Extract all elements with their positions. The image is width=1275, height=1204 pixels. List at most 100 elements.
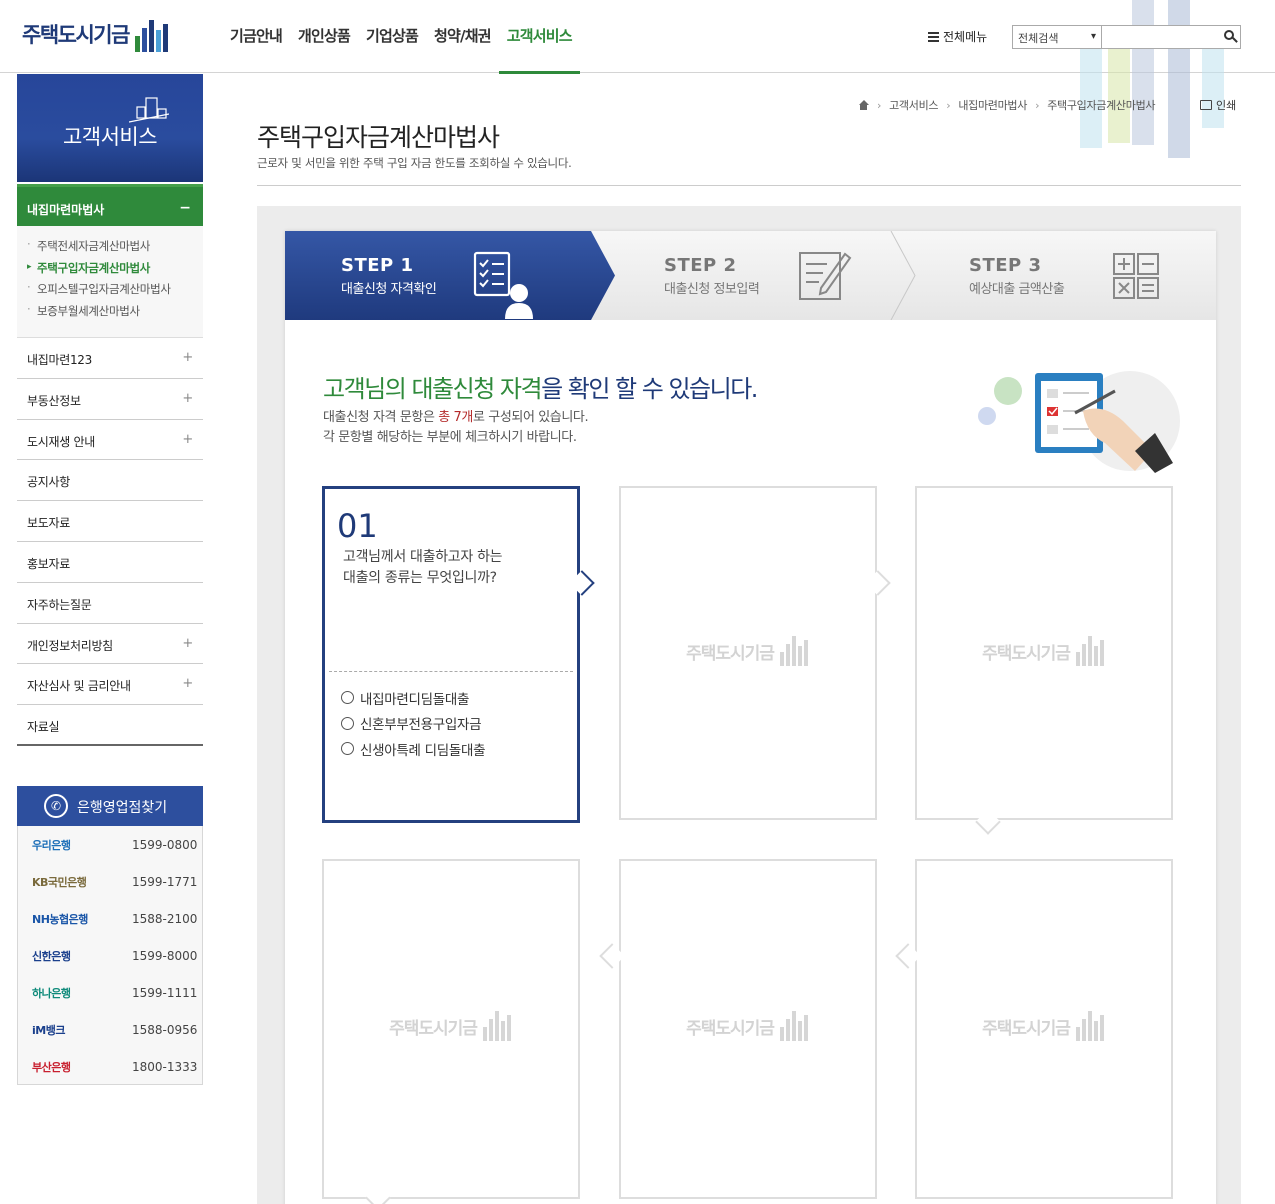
bank-row[interactable]: 신한은행 1599-8000 bbox=[18, 937, 202, 974]
sidebar-item[interactable]: 자료실 bbox=[17, 705, 203, 746]
site-header: 주택도시기금 기금안내 개인상품 기업상품 청약/채권 고객서비스 전체메뉴 전… bbox=[0, 0, 1275, 158]
sidebar-item-label: 자료실 bbox=[27, 720, 60, 735]
nav-subscription-bonds[interactable]: 청약/채권 bbox=[426, 0, 499, 73]
question-count: 총 7개 bbox=[438, 410, 473, 425]
plus-icon: + bbox=[182, 390, 193, 406]
breadcrumb-separator: › bbox=[1035, 98, 1040, 112]
bank-name: KB국민은행 bbox=[32, 875, 87, 889]
watermark-text: 주택도시기금 bbox=[686, 643, 775, 664]
bank-name: 신한은행 bbox=[32, 949, 71, 963]
sidebar-item[interactable]: 보도자료 bbox=[17, 501, 203, 542]
watermark-logo-icon bbox=[779, 636, 810, 666]
bank-tel: 1588-0956 bbox=[132, 1022, 198, 1037]
sidebar-item[interactable]: 자산심사 및 금리안내 + bbox=[17, 664, 203, 706]
bank-row[interactable]: KB국민은행 1599-1771 bbox=[18, 863, 202, 900]
breadcrumb-separator: › bbox=[946, 98, 951, 112]
bank-finder-header[interactable]: ✆ 은행영업점찾기 bbox=[17, 786, 203, 826]
logo-bars-icon bbox=[134, 16, 170, 52]
sidebar-item[interactable]: 공지사항 bbox=[17, 460, 203, 502]
intro-title-highlight: 고객님의 대출신청 자격 bbox=[323, 375, 543, 403]
step-2-label: STEP 2 bbox=[664, 255, 737, 276]
checklist-person-icon bbox=[473, 251, 533, 319]
main-nav: 기금안내 개인상품 기업상품 청약/채권 고객서비스 bbox=[222, 0, 580, 74]
nav-fund-info[interactable]: 기금안내 bbox=[222, 0, 290, 73]
sidebar-item[interactable]: 도시재생 안내 + bbox=[17, 420, 203, 461]
clipboard-illustration bbox=[978, 371, 1180, 473]
radio-option[interactable]: 신혼부부전용구입자금 bbox=[341, 711, 485, 737]
breadcrumb-item[interactable]: 주택구입자금계산마법사 bbox=[1047, 97, 1155, 113]
radio-option[interactable]: 신생아특례 디딤돌대출 bbox=[341, 736, 486, 762]
chevron-down-icon: ▾ bbox=[1090, 31, 1096, 42]
print-button[interactable]: 인쇄 bbox=[1200, 97, 1236, 113]
watermark: 주택도시기금 bbox=[917, 1011, 1171, 1041]
radio-button[interactable] bbox=[341, 716, 354, 730]
step-3-sub: 예상대출 금액산출 bbox=[969, 282, 1065, 297]
sidebar-submenu: 주택전세자금계산마법사 주택구입자금계산마법사 오피스텔구입자금계산마법사 보증… bbox=[17, 226, 203, 338]
search-input[interactable] bbox=[1102, 25, 1241, 49]
watermark-text: 주택도시기금 bbox=[686, 1018, 775, 1039]
sidebar-item[interactable]: 부동산정보 + bbox=[17, 379, 203, 420]
bank-name: 하나은행 bbox=[32, 986, 71, 1000]
sidebar-item-label: 도시재생 안내 bbox=[27, 434, 95, 449]
sidebar-sub-item-active[interactable]: 주택구입자금계산마법사 bbox=[27, 260, 203, 282]
collapse-icon: − bbox=[179, 200, 191, 216]
bank-row[interactable]: 하나은행 1599-1111 bbox=[18, 974, 202, 1011]
print-label: 인쇄 bbox=[1216, 99, 1237, 112]
nav-personal-products[interactable]: 개인상품 bbox=[290, 0, 358, 73]
site-logo[interactable]: 주택도시기금 bbox=[22, 14, 170, 54]
bank-branch-finder: ✆ 은행영업점찾기 우리은행 1599-0800 KB국민은행 1599-1771 … bbox=[17, 786, 203, 1085]
sidebar-item-label: 공지사항 bbox=[27, 475, 70, 490]
radio-option[interactable]: 내집마련디딤돌대출 bbox=[341, 685, 485, 711]
sidebar-item[interactable]: 자주하는질문 bbox=[17, 583, 203, 624]
sidebar-item-label: 홍보자료 bbox=[27, 556, 70, 571]
breadcrumb-item[interactable]: 내집마련마법사 bbox=[958, 97, 1027, 113]
phone-icon: ✆ bbox=[44, 794, 68, 818]
sidebar-sub-item[interactable]: 주택전세자금계산마법사 bbox=[27, 237, 203, 260]
breadcrumb-item[interactable]: 고객서비스 bbox=[889, 97, 938, 113]
plus-icon: + bbox=[182, 676, 193, 692]
radio-button[interactable] bbox=[341, 742, 354, 756]
watermark-logo-icon bbox=[1075, 1011, 1106, 1041]
plus-icon: + bbox=[182, 350, 193, 365]
step-1-label: STEP 1 bbox=[341, 255, 414, 276]
all-menu-label: 전체메뉴 bbox=[943, 30, 988, 44]
plus-icon: + bbox=[182, 431, 193, 447]
all-menu-button[interactable]: 전체메뉴 bbox=[928, 28, 987, 45]
intro-line-2: 각 문항별 해당하는 부분에 체크하시기 바랍니다. bbox=[323, 430, 577, 445]
sidebar-item[interactable]: 개인정보처리방침 + bbox=[17, 624, 203, 665]
watermark-logo-icon bbox=[482, 1011, 513, 1041]
question-card-active: 01 고객님께서 대출하고자 하는 대출의 종류는 무엇입니까? 내집마련디딤돌… bbox=[322, 486, 580, 823]
question-line: 대출의 종류는 무엇입니까? bbox=[343, 570, 497, 586]
nav-corporate-products[interactable]: 기업상품 bbox=[358, 0, 426, 73]
sidebar-sub-item[interactable]: 오피스텔구입자금계산마법사 bbox=[27, 280, 203, 303]
question-card-placeholder: 주택도시기금 bbox=[915, 859, 1173, 1199]
sidebar-item[interactable]: 내집마련123 + bbox=[17, 338, 203, 379]
bank-row[interactable]: NH농협은행 1588-2100 bbox=[18, 900, 202, 937]
title-divider bbox=[257, 185, 1241, 186]
bank-row[interactable]: iM뱅크 1588-0956 bbox=[18, 1011, 202, 1048]
bank-tel: 1599-1111 bbox=[132, 985, 198, 1000]
sidebar-item-label: 개인정보처리방침 bbox=[27, 638, 113, 653]
question-options: 내집마련디딤돌대출 신혼부부전용구입자금 신생아특례 디딤돌대출 bbox=[341, 685, 486, 762]
question-card-placeholder: 주택도시기금 bbox=[915, 486, 1173, 820]
search-scope-select[interactable]: 전체검색 ▾ bbox=[1012, 25, 1102, 49]
watermark-text: 주택도시기금 bbox=[982, 1018, 1071, 1039]
bank-row[interactable]: 우리은행 1599-0800 bbox=[18, 826, 202, 863]
home-icon[interactable] bbox=[858, 100, 869, 110]
step-shapes bbox=[285, 231, 1216, 320]
bank-tel: 1588-2100 bbox=[132, 911, 198, 926]
intro-title-rest: 을 확인 할 수 있습니다. bbox=[541, 375, 758, 403]
sidebar-item-home-wizard[interactable]: 내집마련마법사 − bbox=[17, 184, 203, 226]
watermark: 주택도시기금 bbox=[917, 636, 1171, 666]
watermark-logo-icon bbox=[779, 1011, 810, 1041]
sidebar-sub-item[interactable]: 보증부월세계산마법사 bbox=[27, 302, 203, 325]
question-divider bbox=[329, 671, 573, 672]
sidebar-item[interactable]: 홍보자료 bbox=[17, 542, 203, 583]
bank-row[interactable]: 부산은행 1800-1333 bbox=[18, 1048, 202, 1085]
nav-customer-service[interactable]: 고객서비스 bbox=[498, 0, 580, 74]
radio-button[interactable] bbox=[341, 691, 354, 705]
sidebar-active-label: 내집마련마법사 bbox=[27, 203, 105, 217]
print-icon bbox=[1200, 100, 1212, 110]
search-icon[interactable] bbox=[1224, 30, 1234, 40]
logo-text: 주택도시기금 bbox=[22, 23, 130, 47]
